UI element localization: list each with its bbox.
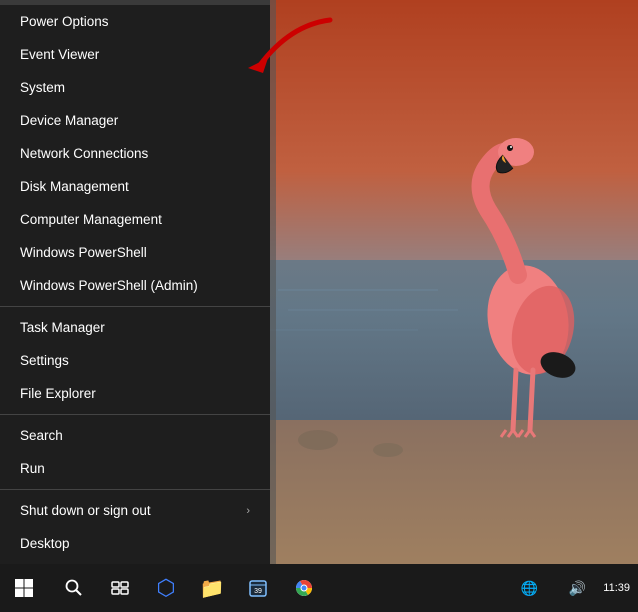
volume-icon[interactable]: 🔊 [555, 566, 599, 610]
context-menu: Apps and Features Mobility Center Power … [0, 0, 270, 564]
menu-item-windows-powershell[interactable]: Windows PowerShell [0, 236, 270, 269]
menu-item-settings[interactable]: Settings [0, 344, 270, 377]
taskbar-chrome-button[interactable] [282, 566, 326, 610]
taskbar-icon-group: ⬡ 📁 39 [48, 566, 507, 610]
menu-item-power-options[interactable]: Power Options [0, 5, 270, 38]
menu-item-label: Run [20, 461, 45, 476]
menu-item-windows-powershell-admin[interactable]: Windows PowerShell (Admin) [0, 269, 270, 302]
menu-item-label: Windows PowerShell (Admin) [20, 278, 198, 293]
desktop-wallpaper [258, 0, 638, 570]
menu-item-label: Settings [20, 353, 69, 368]
menu-item-label: Event Viewer [20, 47, 99, 62]
menu-item-file-explorer[interactable]: File Explorer [0, 377, 270, 410]
windows-logo-icon [14, 578, 34, 598]
start-button[interactable] [0, 564, 48, 612]
taskview-icon [111, 579, 129, 597]
menu-item-device-manager[interactable]: Device Manager [0, 104, 270, 137]
menu-item-label: Disk Management [20, 179, 129, 194]
clock-time: 11:39 [603, 581, 630, 595]
svg-text:39: 39 [254, 588, 262, 595]
menu-item-shut-down[interactable]: Shut down or sign out › [0, 494, 270, 527]
chrome-icon [294, 578, 314, 598]
taskbar-clock[interactable]: 11:39 [603, 581, 630, 595]
menu-item-label: Device Manager [20, 113, 118, 128]
menu-item-event-viewer[interactable]: Event Viewer [0, 38, 270, 71]
system-tray: 🌐 🔊 11:39 [507, 566, 638, 610]
menu-item-label: Network Connections [20, 146, 148, 161]
menu-item-computer-management[interactable]: Computer Management [0, 203, 270, 236]
taskbar-edge-button[interactable]: ⬡ [144, 566, 188, 610]
taskbar-taskview-button[interactable] [98, 566, 142, 610]
menu-item-desktop[interactable]: Desktop [0, 527, 270, 560]
menu-item-label: Computer Management [20, 212, 162, 227]
menu-item-label: Shut down or sign out [20, 503, 151, 518]
menu-item-label: Search [20, 428, 63, 443]
submenu-chevron-icon: › [246, 505, 250, 517]
taskbar-explorer-button[interactable]: 📁 [190, 566, 234, 610]
menu-item-network-connections[interactable]: Network Connections [0, 137, 270, 170]
search-icon [65, 579, 83, 597]
menu-item-label: File Explorer [20, 386, 96, 401]
menu-divider-1 [0, 306, 270, 307]
taskbar-search-button[interactable] [52, 566, 96, 610]
menu-item-label: System [20, 80, 65, 95]
menu-item-label: Power Options [20, 14, 109, 29]
menu-item-label: Desktop [20, 536, 70, 551]
menu-item-disk-management[interactable]: Disk Management [0, 170, 270, 203]
network-icon[interactable]: 🌐 [507, 566, 551, 610]
taskbar-calendar-button[interactable]: 39 [236, 566, 280, 610]
menu-divider-3 [0, 489, 270, 490]
calendar-icon: 39 [248, 578, 268, 598]
menu-item-system[interactable]: System [0, 71, 270, 104]
menu-item-task-manager[interactable]: Task Manager [0, 311, 270, 344]
menu-item-search[interactable]: Search [0, 419, 270, 452]
menu-item-label: Task Manager [20, 320, 105, 335]
menu-item-run[interactable]: Run [0, 452, 270, 485]
taskbar: ⬡ 📁 39 [0, 564, 638, 612]
menu-divider-2 [0, 414, 270, 415]
menu-item-label: Windows PowerShell [20, 245, 147, 260]
